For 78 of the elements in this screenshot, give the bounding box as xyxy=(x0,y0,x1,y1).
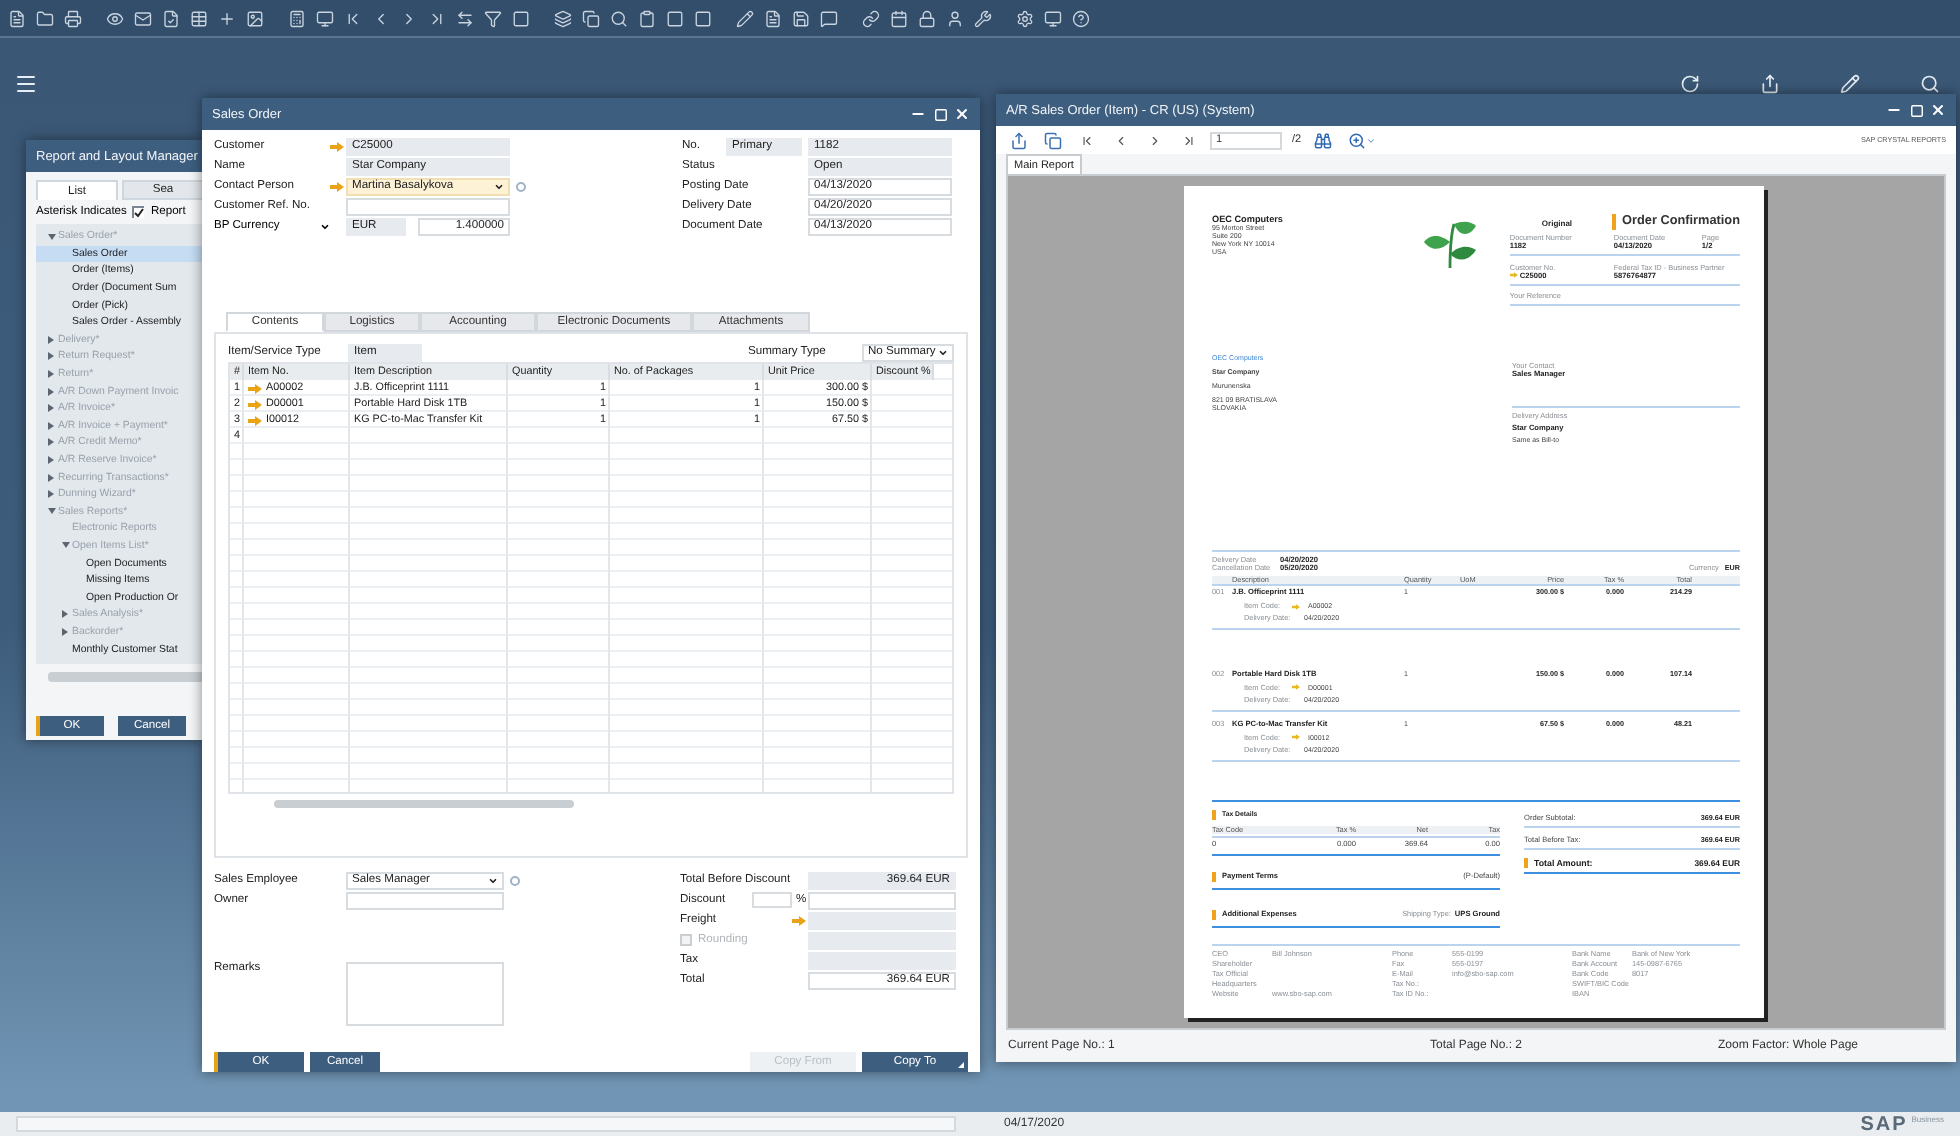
wrench-icon[interactable] xyxy=(972,7,994,29)
binoculars-icon[interactable] xyxy=(1311,128,1336,152)
file-check-icon[interactable] xyxy=(160,7,182,29)
square-icon[interactable] xyxy=(692,7,714,29)
caret-right-icon[interactable] xyxy=(48,335,54,344)
caret-right-icon[interactable] xyxy=(48,473,54,482)
caret-right-icon[interactable] xyxy=(48,490,54,499)
corner-arrow-icon xyxy=(958,1062,964,1068)
swap-icon[interactable] xyxy=(454,7,476,29)
preview-icon[interactable] xyxy=(104,7,126,29)
input-field[interactable] xyxy=(346,197,510,215)
caret-right-icon[interactable] xyxy=(48,352,54,361)
layers-icon[interactable] xyxy=(552,7,574,29)
menu-icon[interactable] xyxy=(14,72,38,96)
caret-right-icon[interactable] xyxy=(62,627,68,636)
filter-icon[interactable] xyxy=(482,7,504,29)
folder-icon[interactable] xyxy=(34,7,56,29)
export-icon[interactable] xyxy=(1758,72,1782,96)
brand-logo: SAP xyxy=(1860,1113,1908,1135)
link-icon[interactable] xyxy=(860,7,882,29)
message-icon[interactable] xyxy=(818,7,840,29)
scrollbar[interactable] xyxy=(48,672,204,682)
search-icon[interactable] xyxy=(1918,72,1942,96)
zoom-icon[interactable] xyxy=(1345,128,1378,152)
link-arrow-icon xyxy=(1292,603,1300,610)
export-icon[interactable] xyxy=(1006,128,1030,152)
calculator-icon[interactable] xyxy=(286,7,308,29)
caret-right-icon[interactable] xyxy=(48,370,54,379)
monitor-icon[interactable] xyxy=(1042,7,1064,29)
caret-right-icon[interactable] xyxy=(48,438,54,447)
pencil-icon[interactable] xyxy=(734,7,756,29)
save-icon[interactable] xyxy=(790,7,812,29)
printer-icon[interactable] xyxy=(62,7,84,29)
search-icon[interactable] xyxy=(608,7,630,29)
table-icon[interactable] xyxy=(188,7,210,29)
maximize-icon[interactable] xyxy=(1909,103,1923,117)
calendar-icon[interactable] xyxy=(888,7,910,29)
clipboard-icon[interactable] xyxy=(636,7,658,29)
monitor-icon[interactable] xyxy=(314,7,336,29)
document-icon[interactable] xyxy=(762,7,784,29)
leaves-logo-icon xyxy=(1422,218,1479,270)
link-arrow-icon xyxy=(1292,684,1300,691)
close-icon[interactable] xyxy=(954,106,970,122)
input-field[interactable] xyxy=(808,931,956,949)
document-icon[interactable] xyxy=(6,7,28,29)
square-icon[interactable] xyxy=(510,7,532,29)
caret-right-icon[interactable] xyxy=(48,421,54,430)
copy-icon[interactable] xyxy=(580,7,602,29)
input-field[interactable] xyxy=(808,891,956,909)
maximize-icon[interactable] xyxy=(933,107,947,121)
lock-icon[interactable] xyxy=(916,7,938,29)
input-field[interactable] xyxy=(808,951,956,969)
settings-icon[interactable] xyxy=(1014,7,1036,29)
caret-down-icon[interactable] xyxy=(47,508,55,515)
mail-icon[interactable] xyxy=(132,7,154,29)
caret-down-icon[interactable] xyxy=(47,233,55,240)
caret-right-icon[interactable] xyxy=(62,610,68,619)
square-icon[interactable] xyxy=(664,7,686,29)
caret-right-icon[interactable] xyxy=(48,404,54,413)
refresh-icon[interactable] xyxy=(1678,72,1702,96)
scrollbar[interactable] xyxy=(274,800,574,808)
link-arrow-icon xyxy=(1292,734,1300,741)
remarks-field[interactable] xyxy=(346,962,504,1026)
checkbox[interactable] xyxy=(132,206,145,218)
pencil-icon[interactable] xyxy=(1838,72,1862,96)
input-field[interactable] xyxy=(346,891,504,909)
caret-down-icon[interactable] xyxy=(61,542,69,549)
plus-icon[interactable] xyxy=(216,7,238,29)
input-field[interactable] xyxy=(752,892,792,908)
image-icon[interactable] xyxy=(244,7,266,29)
copy-icon[interactable] xyxy=(1040,128,1064,152)
user-icon[interactable] xyxy=(944,7,966,29)
help-icon[interactable] xyxy=(1070,7,1092,29)
caret-right-icon[interactable] xyxy=(48,387,54,396)
input-field[interactable] xyxy=(808,911,956,929)
close-icon[interactable] xyxy=(1930,102,1946,118)
check-icon xyxy=(133,207,144,217)
caret-right-icon[interactable] xyxy=(48,456,54,465)
